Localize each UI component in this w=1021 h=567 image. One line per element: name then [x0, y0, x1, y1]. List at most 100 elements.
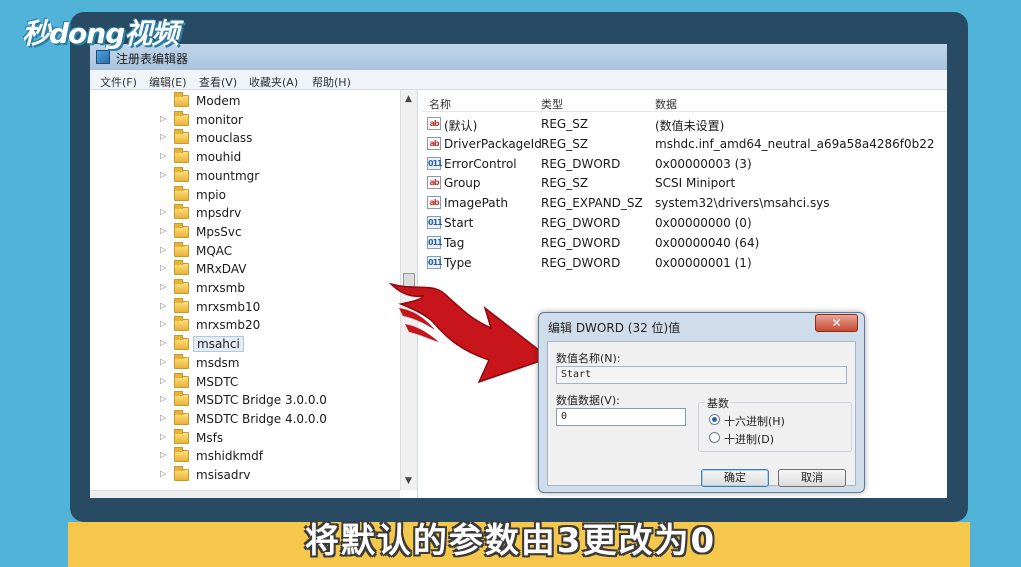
expand-arrow-icon[interactable]: ▷	[160, 319, 166, 328]
dialog-title: 编辑 DWORD (32 位)值	[548, 321, 681, 335]
expand-arrow-icon[interactable]: ▷	[160, 338, 166, 347]
folder-icon	[174, 166, 189, 182]
tree-item[interactable]: ▷ msahci	[160, 335, 400, 353]
radio-selected-icon	[709, 414, 720, 425]
column-header-type[interactable]: 类型	[541, 96, 563, 112]
tree-item[interactable]: ▷ mountmgr	[160, 166, 400, 185]
value-type-cell: REG_SZ	[541, 176, 589, 191]
value-type-cell: REG_DWORD	[541, 235, 621, 250]
tree-item[interactable]: ▷ msisadrv	[160, 466, 400, 484]
value-row[interactable]: 011 Start REG_DWORD 0x00000000 (0)	[422, 213, 947, 233]
value-row[interactable]: ab DriverPackageId REG_SZ mshdc.inf_amd64_n…	[422, 134, 947, 154]
value-type-cell: REG_DWORD	[541, 255, 621, 270]
expand-arrow-icon[interactable]: ▷	[160, 376, 166, 385]
tree-item[interactable]: mpio	[160, 185, 400, 204]
close-icon: ✕	[831, 316, 842, 330]
value-data-cell: system32\drivers\msahci.sys	[655, 196, 830, 211]
tree-item[interactable]: ▷ MSDTC Bridge 4.0.0.0	[160, 409, 400, 428]
expand-arrow-icon[interactable]: ▷	[160, 226, 166, 235]
value-name-cell: Tag	[444, 235, 465, 250]
menu-bar: 文件(F) 编辑(E) 查看(V) 收藏夹(A) 帮助(H)	[90, 70, 947, 90]
value-row[interactable]: 011 Type REG_DWORD 0x00000001 (1)	[422, 253, 947, 273]
value-data-cell: 0x00000003 (3)	[655, 156, 752, 171]
folder-icon	[174, 222, 189, 238]
tree-item[interactable]: ▷ MQAC	[160, 241, 400, 260]
tree-item[interactable]: ▷ MSDTC Bridge 3.0.0.0	[160, 391, 400, 409]
menu-help[interactable]: 帮助(H)	[312, 74, 351, 90]
value-name-cell: Type	[444, 255, 472, 270]
values-list-header: 名称 类型 数据	[422, 94, 947, 112]
value-data-cell: SCSI Miniport	[655, 176, 736, 191]
tree-item[interactable]: ▷ mrxsmb10	[160, 297, 400, 316]
decimal-label: 十进制(D)	[724, 433, 775, 446]
tree-item[interactable]: ▷ mrxsmb20	[160, 316, 400, 334]
tree-item[interactable]: Modem	[160, 92, 400, 110]
column-header-name[interactable]: 名称	[429, 96, 451, 112]
tree-item[interactable]: ▷ mrxsmb	[160, 279, 400, 297]
tree-item-label: monitor	[196, 112, 243, 127]
menu-view[interactable]: 查看(V)	[199, 74, 237, 90]
cancel-button[interactable]: 取消	[778, 469, 846, 487]
expand-arrow-icon[interactable]: ▷	[160, 282, 166, 291]
menu-favorites[interactable]: 收藏夹(A)	[249, 74, 298, 90]
value-name-cell: (默认)	[444, 119, 478, 133]
expand-arrow-icon[interactable]: ▷	[160, 207, 166, 216]
value-row[interactable]: ab Group REG_SZ SCSI Miniport	[422, 173, 947, 193]
tree-item[interactable]: ▷ Msfs	[160, 428, 400, 447]
value-data-cell: 0x00000001 (1)	[655, 255, 752, 270]
red-pointer-arrow-icon	[389, 282, 551, 384]
tree-horizontal-scrollbar[interactable]	[90, 490, 400, 498]
expand-arrow-icon[interactable]: ▷	[160, 394, 166, 403]
subtitle-caption: 将默认的参数由3更改为0	[304, 521, 717, 561]
radio-unselected-icon	[709, 432, 720, 443]
tree-item-label: MRxDAV	[196, 262, 247, 277]
brand-logo-text: 秒dong视频	[22, 17, 179, 50]
value-name-cell: ErrorControl	[444, 156, 517, 171]
tree-item[interactable]: ▷ mouclass	[160, 129, 400, 147]
base-group-label: 基数	[705, 395, 731, 411]
tree-item-label: mrxsmb20	[196, 318, 261, 333]
folder-icon	[174, 409, 189, 425]
expand-arrow-icon[interactable]: ▷	[160, 245, 166, 254]
tree-item-label: mpsdrv	[196, 206, 242, 221]
tree-item[interactable]: ▷ MRxDAV	[160, 260, 400, 278]
expand-arrow-icon[interactable]: ▷	[160, 151, 166, 160]
value-data-input[interactable]: 0	[556, 408, 686, 426]
tree-item[interactable]: ▷ monitor	[160, 110, 400, 129]
dword-value-icon: 011	[427, 216, 443, 229]
column-header-data[interactable]: 数据	[655, 96, 677, 112]
expand-arrow-icon[interactable]: ▷	[160, 170, 166, 179]
expand-arrow-icon[interactable]: ▷	[160, 413, 166, 422]
expand-arrow-icon[interactable]: ▷	[160, 301, 166, 310]
value-name-field: Start	[556, 366, 847, 384]
value-row[interactable]: ab ImagePath REG_EXPAND_SZ system32\drivers…	[422, 193, 947, 213]
folder-icon	[174, 447, 189, 463]
expand-arrow-icon[interactable]: ▷	[160, 263, 166, 272]
expand-arrow-icon[interactable]: ▷	[160, 450, 166, 459]
dialog-close-button[interactable]: ✕	[815, 314, 858, 332]
tree-item[interactable]: ▷ mpsdrv	[160, 204, 400, 222]
tree-item-label: mouhid	[196, 150, 242, 165]
scroll-down-arrow-icon[interactable]: ▼	[405, 476, 412, 486]
tree-item[interactable]: ▷ mouhid	[160, 148, 400, 166]
expand-arrow-icon[interactable]: ▷	[160, 357, 166, 366]
value-row[interactable]: 011 ErrorControl REG_DWORD 0x00000003 (3)	[422, 154, 947, 174]
tree-item-label: MSDTC	[196, 374, 239, 389]
value-name-cell: DriverPackageId	[444, 136, 542, 151]
expand-arrow-icon[interactable]: ▷	[160, 114, 166, 123]
tree-item[interactable]: ▷ msdsm	[160, 353, 400, 372]
folder-icon	[174, 335, 189, 351]
tree-item[interactable]: ▷ MSDTC	[160, 372, 400, 391]
tree-item[interactable]: ▷ mshidkmdf	[160, 447, 400, 465]
tree-item[interactable]: ▷ MpsSvc	[160, 222, 400, 241]
expand-arrow-icon[interactable]: ▷	[160, 432, 166, 441]
value-row[interactable]: ab (默认) REG_SZ (数值未设置)	[422, 114, 947, 134]
folder-icon	[174, 428, 189, 444]
expand-arrow-icon[interactable]: ▷	[160, 469, 166, 478]
expand-arrow-icon[interactable]: ▷	[160, 132, 166, 141]
value-row[interactable]: 011 Tag REG_DWORD 0x00000040 (64)	[422, 233, 947, 253]
menu-edit[interactable]: 编辑(E)	[149, 74, 187, 90]
ok-button[interactable]: 确定	[701, 469, 769, 487]
menu-file[interactable]: 文件(F)	[100, 74, 137, 90]
scroll-up-arrow-icon[interactable]: ▲	[405, 94, 412, 104]
